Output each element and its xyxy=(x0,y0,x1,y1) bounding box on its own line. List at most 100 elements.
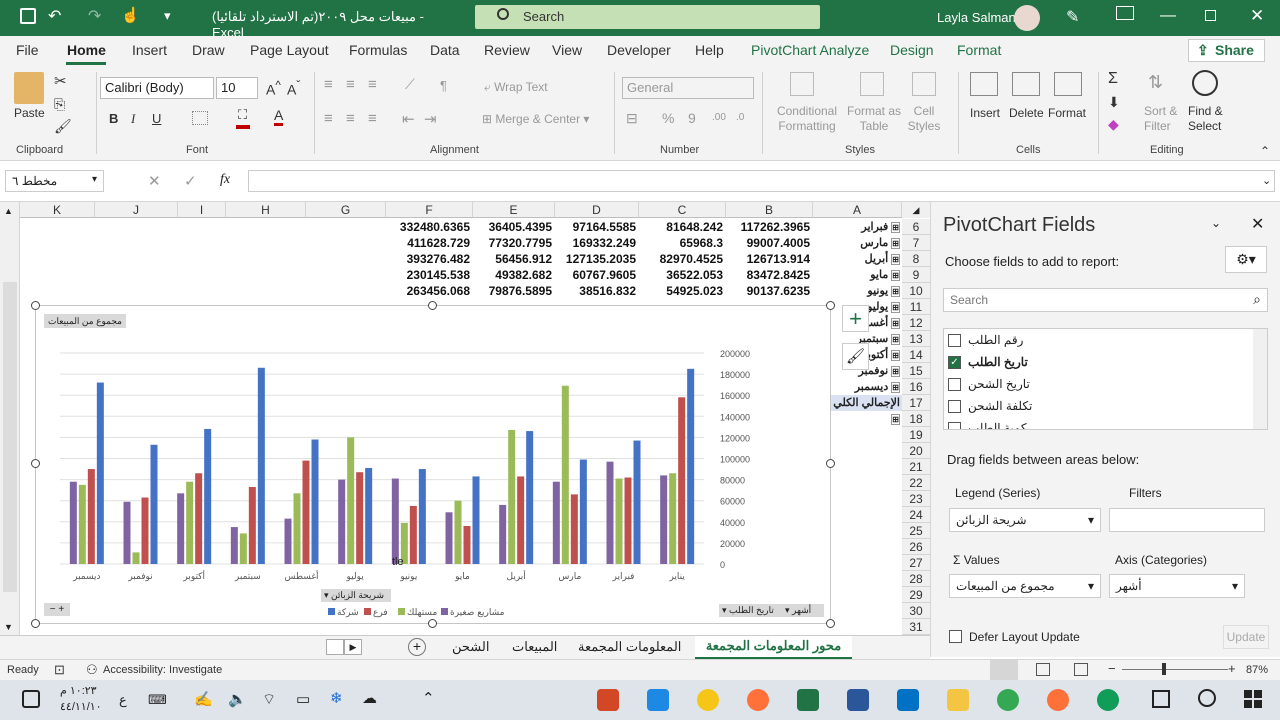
table-cell[interactable]: 82970.4525 xyxy=(639,251,723,267)
insert-function-button[interactable]: fx xyxy=(220,172,230,188)
field-checkbox[interactable] xyxy=(948,334,961,347)
table-cell[interactable]: 169332.249 xyxy=(554,235,636,251)
resize-handle[interactable] xyxy=(31,619,40,628)
row-header[interactable]: 25 xyxy=(902,523,930,539)
edge-icon[interactable] xyxy=(1097,689,1119,711)
borders-icon[interactable] xyxy=(192,111,208,125)
table-cell[interactable]: 393276.482 xyxy=(386,251,470,267)
field-list-item[interactable]: رقم الطلب xyxy=(948,331,1248,351)
tab-help[interactable]: Help xyxy=(695,42,724,58)
shrink-font-icon[interactable]: Aˇ xyxy=(287,79,300,98)
sheet-tab-sales[interactable]: المبيعات xyxy=(512,639,557,655)
table-cell[interactable]: 36405.4395 xyxy=(472,219,552,235)
row-header[interactable]: 19 xyxy=(902,427,930,443)
add-sheet-icon[interactable]: + xyxy=(408,638,426,656)
column-header-e[interactable]: E xyxy=(473,202,555,218)
enter-icon[interactable]: ✓ xyxy=(184,172,197,190)
column-header-d[interactable]: D xyxy=(555,202,639,218)
delete-cells-button[interactable]: Delete xyxy=(1009,106,1044,120)
row-header[interactable]: 29 xyxy=(902,587,930,603)
column-header-g[interactable]: G xyxy=(306,202,386,218)
table-cell[interactable]: 77320.7795 xyxy=(472,235,552,251)
row-header[interactable]: 18 xyxy=(902,411,930,427)
axis-field-button-months[interactable]: ▾ أشهر xyxy=(782,604,824,617)
tab-file[interactable]: File xyxy=(16,42,39,58)
word-icon[interactable] xyxy=(847,689,869,711)
pivot-row-label[interactable]: الإجمالي الكلي ⊞ xyxy=(830,395,900,425)
field-checkbox[interactable] xyxy=(948,378,961,391)
row-header[interactable]: 28 xyxy=(902,571,930,587)
column-header-j[interactable]: J xyxy=(95,202,178,218)
resize-handle[interactable] xyxy=(428,301,437,310)
currency-icon[interactable]: ⊟ xyxy=(626,110,638,127)
pane-options-icon[interactable]: ⌄ xyxy=(1211,216,1221,230)
format-painter-icon[interactable]: 🖌 xyxy=(54,118,72,135)
row-header[interactable]: 20 xyxy=(902,443,930,459)
legend-field-pill[interactable]: شريحة الزبائن ▾ xyxy=(949,508,1101,532)
zoom-in-icon[interactable]: + xyxy=(1228,661,1236,676)
increase-indent-icon[interactable]: ⇥ xyxy=(424,110,437,128)
table-cell[interactable]: 97164.5585 xyxy=(554,219,636,235)
share-button[interactable]: ⇪ Share xyxy=(1188,39,1265,62)
table-cell[interactable]: 65968.3 xyxy=(639,235,723,251)
orientation-icon[interactable]: ⟋ xyxy=(405,76,415,93)
resize-handle[interactable] xyxy=(826,301,835,310)
namebox-dropdown-icon[interactable]: ▾ xyxy=(92,174,97,185)
increase-decimal-icon[interactable]: .00 xyxy=(712,112,726,123)
macro-record-icon[interactable]: ⊡ xyxy=(54,662,65,678)
redo-icon[interactable]: ↷ xyxy=(88,6,101,26)
tab-formulas[interactable]: Formulas xyxy=(349,42,407,58)
column-header-c[interactable]: C xyxy=(639,202,726,218)
gear-icon[interactable]: ⚙▾ xyxy=(1225,246,1267,273)
decrease-indent-icon[interactable]: ⇤ xyxy=(402,110,415,128)
table-cell[interactable]: 99007.4005 xyxy=(726,235,810,251)
resize-handle[interactable] xyxy=(31,459,40,468)
row-header[interactable]: 27 xyxy=(902,555,930,571)
row-header[interactable]: 23 xyxy=(902,491,930,507)
rtl-icon[interactable]: ¶ xyxy=(440,78,447,93)
pivot-row-label[interactable]: فبراير ⊞ xyxy=(830,219,900,235)
row-header[interactable]: 31 xyxy=(902,619,930,635)
file-explorer-icon[interactable] xyxy=(947,689,969,711)
customize-qat-icon[interactable]: ▾ xyxy=(164,8,171,24)
align-bottom-icon[interactable]: ≡ xyxy=(368,76,377,93)
cancel-icon[interactable]: ✕ xyxy=(148,172,161,190)
table-cell[interactable]: 263456.068 xyxy=(386,283,470,299)
values-field-button[interactable]: مجموع من المبيعات xyxy=(44,314,126,328)
scroll-down-icon[interactable]: ▼ xyxy=(4,622,13,632)
pen-menu-icon[interactable]: ✍ xyxy=(194,690,213,708)
zoom-out-icon[interactable]: − xyxy=(1108,661,1116,676)
sheet-tab-shipping[interactable]: الشحن xyxy=(452,639,489,655)
sort-filter-button[interactable]: Sort & Filter xyxy=(1144,104,1184,134)
sheet-scroll-right-icon[interactable]: ▶ xyxy=(344,639,362,655)
column-header-f[interactable]: F xyxy=(386,202,473,218)
row-header[interactable]: 9 xyxy=(902,267,930,283)
fill-bucket-icon[interactable]: ⛶ xyxy=(238,107,247,123)
defer-layout-checkbox[interactable] xyxy=(949,630,962,643)
format-as-table-button[interactable]: Format as Table xyxy=(844,104,904,134)
restore-icon[interactable] xyxy=(1205,10,1216,21)
field-checkbox[interactable] xyxy=(948,400,961,413)
find-select-button[interactable]: Find & Select xyxy=(1188,104,1234,134)
chart-styles-icon[interactable]: 🖌 xyxy=(842,343,869,370)
table-cell[interactable]: 54925.023 xyxy=(639,283,723,299)
copy-icon[interactable]: ⎘ xyxy=(54,96,65,113)
resize-handle[interactable] xyxy=(826,459,835,468)
task-view-icon[interactable] xyxy=(1152,690,1170,708)
tab-pivotchart-analyze[interactable]: PivotChart Analyze xyxy=(751,42,869,58)
accessibility-status[interactable]: Accessibility: Investigate xyxy=(103,664,222,676)
update-button[interactable]: Update xyxy=(1223,625,1269,649)
grow-font-icon[interactable]: A^ xyxy=(266,79,281,98)
italic-button[interactable]: I xyxy=(131,111,135,127)
onedrive-icon[interactable]: ☁ xyxy=(362,689,377,707)
table-cell[interactable]: 36522.053 xyxy=(639,267,723,283)
table-cell[interactable]: 60767.9605 xyxy=(554,267,636,283)
mail-icon[interactable] xyxy=(897,689,919,711)
cut-icon[interactable]: ✂ xyxy=(54,72,67,90)
user-name[interactable]: Layla Salman xyxy=(937,10,1016,25)
fill-icon[interactable]: ⬇ xyxy=(1108,94,1120,111)
align-right-icon[interactable]: ≡ xyxy=(368,110,377,127)
table-cell[interactable]: 56456.912 xyxy=(472,251,552,267)
field-search-input[interactable]: Search ⌕ xyxy=(943,288,1268,312)
table-cell[interactable]: 49382.682 xyxy=(472,267,552,283)
